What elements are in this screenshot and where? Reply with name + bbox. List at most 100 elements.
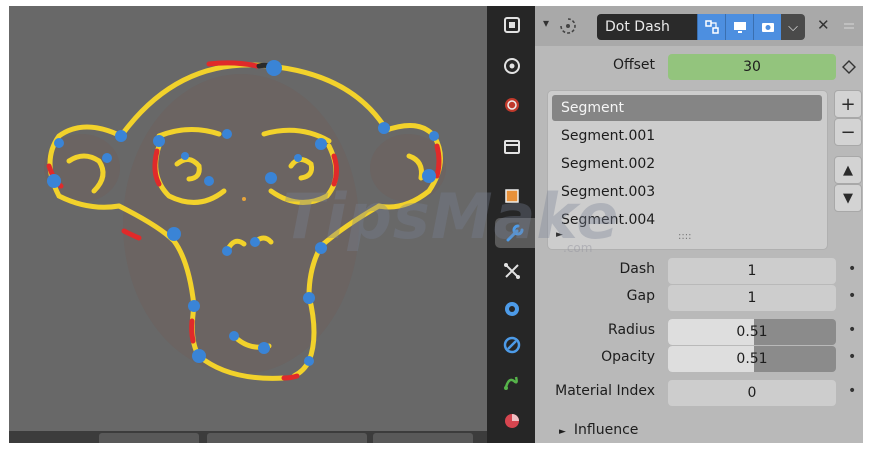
dash-label: Dash <box>619 261 655 277</box>
list-item[interactable]: Segment.003 <box>552 179 822 205</box>
offset-label: Offset <box>612 57 655 73</box>
list-item[interactable]: Segment.004 <box>552 207 822 233</box>
tab-scene[interactable] <box>495 132 529 162</box>
dash-value: 1 <box>747 263 757 279</box>
drag-handle-icon[interactable] <box>843 20 855 32</box>
minus-icon: − <box>840 121 856 143</box>
influence-label: Influence <box>573 422 639 438</box>
stroke-point <box>47 174 61 188</box>
list-item[interactable]: Segment.002 <box>552 151 822 177</box>
tab-object-data[interactable] <box>495 368 529 398</box>
render-icon <box>504 58 520 74</box>
physics-icon <box>505 302 519 316</box>
tab-object[interactable] <box>495 181 529 211</box>
list-resize-grip[interactable]: :::: <box>678 231 691 242</box>
stroke-point <box>304 356 314 366</box>
object-data-icon <box>504 376 518 390</box>
3d-viewport[interactable] <box>9 6 487 443</box>
chevron-down-icon: ⌵ <box>788 19 798 35</box>
origin-marker <box>242 197 246 201</box>
list-item[interactable]: Segment.001 <box>552 123 822 149</box>
modifiers-icon <box>506 224 524 242</box>
stroke-right-ear-red <box>434 143 442 179</box>
arrow-down-icon: ▼ <box>843 190 853 206</box>
offset-field[interactable]: 30 <box>668 54 836 80</box>
arrow-up-icon: ▲ <box>843 162 853 178</box>
viewport-footer <box>9 431 487 443</box>
stroke-chin-left-red <box>189 318 196 344</box>
stroke-point <box>315 242 327 254</box>
collapse-toggle[interactable]: ▾ <box>543 16 549 30</box>
close-icon[interactable]: ✕ <box>817 16 830 34</box>
influence-panel-header[interactable]: ► Influence <box>559 422 638 438</box>
segment-list: Segment Segment.001 Segment.002 Segment.… <box>547 90 828 250</box>
move-up-button[interactable]: ▲ <box>834 156 862 184</box>
stroke-point <box>265 172 277 184</box>
dot-dash-modifier-icon <box>560 18 576 34</box>
stroke-point <box>192 349 206 363</box>
offset-value: 30 <box>743 59 761 75</box>
stroke-point <box>266 60 282 76</box>
remove-segment-button[interactable]: − <box>834 118 862 146</box>
monkey-head-shape <box>123 74 359 374</box>
expand-arrow-icon: ► <box>559 427 566 437</box>
animate-property-dot[interactable]: • <box>848 383 856 399</box>
tool-icon <box>504 17 520 33</box>
animate-property-dot[interactable]: • <box>848 349 856 365</box>
edit-mode-toggle[interactable] <box>697 14 725 40</box>
material-index-label: Material Index <box>555 383 655 399</box>
animate-property-dot[interactable]: • <box>848 261 856 277</box>
add-segment-button[interactable]: + <box>834 90 862 118</box>
modifier-menu-button[interactable]: ⌵ <box>781 14 805 40</box>
stroke-point <box>303 292 315 304</box>
tab-output[interactable] <box>495 90 529 120</box>
radius-value: 0.51 <box>736 324 768 340</box>
tab-tool[interactable] <box>495 10 529 40</box>
viewport-display-toggle[interactable] <box>725 14 753 40</box>
grease-pencil-monkey-drawing <box>44 60 446 381</box>
tab-physics[interactable] <box>495 294 529 324</box>
material-index-field[interactable]: 0 <box>668 380 836 406</box>
tab-particles[interactable] <box>495 256 529 286</box>
tab-constraints[interactable] <box>495 330 529 360</box>
stroke-right-eye-ring-red <box>331 153 339 187</box>
properties-tab-bar <box>487 6 535 443</box>
particles-icon <box>504 263 520 279</box>
list-filter-toggle[interactable]: ► <box>556 230 563 240</box>
modifier-name-field[interactable]: Dot Dash <box>597 14 697 40</box>
dash-field[interactable]: 1 <box>668 258 836 284</box>
properties-editor: ▾ Dot Dash ⌵ ✕ Offset 30 Segment Segment… <box>535 6 863 443</box>
radius-slider[interactable]: 0.51 <box>668 319 836 345</box>
viewport-footer-button[interactable] <box>373 433 473 443</box>
stroke-point <box>204 176 214 186</box>
tab-modifiers[interactable] <box>495 218 535 248</box>
viewport-footer-button[interactable] <box>207 433 367 443</box>
stroke-point <box>258 342 270 354</box>
radius-label: Radius <box>608 322 655 338</box>
modifier-name: Dot Dash <box>605 19 670 35</box>
animate-property-dot[interactable]: • <box>848 288 856 304</box>
monitor-icon <box>733 22 746 33</box>
monkey-right-ear-shape <box>370 134 446 202</box>
stroke-point <box>378 122 390 134</box>
stroke-point <box>153 135 165 147</box>
opacity-label: Opacity <box>601 349 655 365</box>
stroke-point <box>188 300 200 312</box>
tab-render[interactable] <box>495 51 529 81</box>
keyframe-diamond-icon[interactable] <box>842 60 856 74</box>
stroke-point <box>222 129 232 139</box>
stroke-point <box>54 138 64 148</box>
list-item[interactable]: Segment <box>552 95 822 121</box>
plus-icon: + <box>840 93 856 115</box>
gap-field[interactable]: 1 <box>668 285 836 311</box>
animate-property-dot[interactable]: • <box>848 322 856 338</box>
stroke-point <box>167 227 181 241</box>
gap-value: 1 <box>747 290 757 306</box>
tab-material[interactable] <box>495 406 529 436</box>
render-toggle[interactable] <box>753 14 781 40</box>
output-icon <box>505 98 519 112</box>
move-down-button[interactable]: ▼ <box>834 184 862 212</box>
opacity-slider[interactable]: 0.51 <box>668 346 836 372</box>
modifier-header: ▾ Dot Dash ⌵ ✕ <box>535 6 863 46</box>
viewport-footer-button[interactable] <box>99 433 199 443</box>
